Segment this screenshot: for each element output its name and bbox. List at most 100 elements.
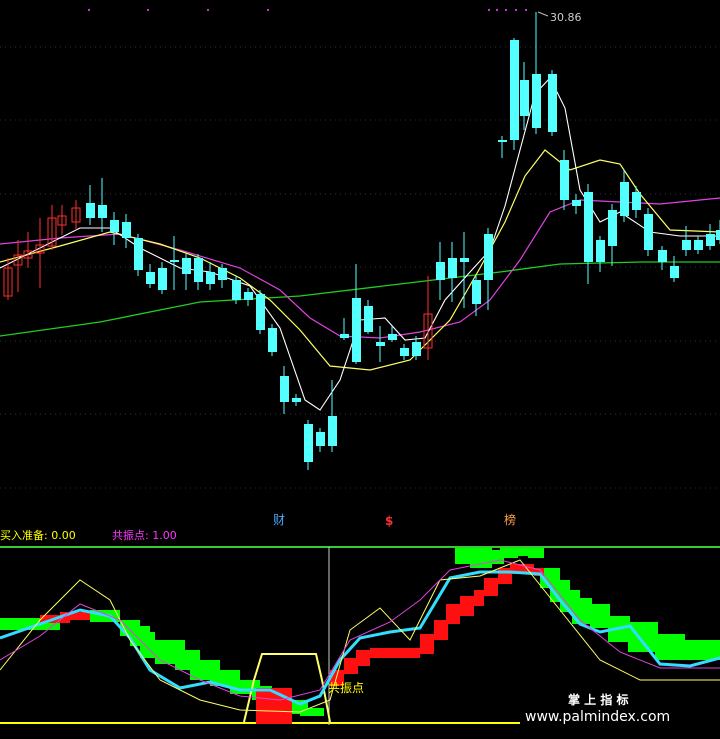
candle bbox=[110, 212, 119, 245]
candle-body bbox=[292, 398, 301, 402]
candle bbox=[510, 38, 519, 150]
top-dot bbox=[147, 9, 149, 11]
candle-body bbox=[584, 192, 593, 262]
candle-body bbox=[520, 80, 529, 116]
candle bbox=[596, 236, 605, 272]
candle-body bbox=[352, 298, 361, 362]
candle-body bbox=[316, 432, 325, 446]
candle-body bbox=[572, 200, 581, 206]
bull-block bbox=[370, 648, 390, 658]
candle bbox=[532, 12, 541, 134]
candle-body bbox=[232, 280, 241, 300]
event-marker-bang[interactable]: 榜 bbox=[504, 512, 516, 527]
event-marker-cai[interactable]: 财 bbox=[273, 513, 285, 527]
candle bbox=[256, 290, 265, 334]
candle-body bbox=[158, 268, 167, 290]
candle bbox=[658, 246, 667, 270]
candle-body bbox=[472, 280, 481, 304]
bear-block bbox=[628, 622, 658, 652]
candle-body bbox=[364, 306, 373, 332]
candle-body bbox=[122, 222, 131, 238]
candle-body bbox=[376, 342, 385, 346]
resonance-value: 1.00 bbox=[152, 529, 177, 542]
watermark-line1: 掌 上 指 标 bbox=[568, 692, 629, 707]
top-dot bbox=[207, 9, 209, 11]
top-dot bbox=[488, 9, 490, 11]
candle-body bbox=[596, 240, 605, 262]
bull-block bbox=[356, 650, 370, 666]
candle-body bbox=[182, 258, 191, 274]
candle-body bbox=[86, 203, 95, 218]
event-marker-dollar[interactable]: $ bbox=[385, 514, 393, 528]
top-dot bbox=[525, 9, 527, 11]
candle-body bbox=[436, 262, 445, 280]
buy-ready-value: 0.00 bbox=[51, 529, 76, 542]
bear-block bbox=[500, 548, 518, 558]
resonance-annotation: 共振点 bbox=[328, 681, 364, 695]
candle-body bbox=[218, 268, 227, 280]
bull-block bbox=[434, 620, 448, 640]
candle bbox=[71, 200, 81, 230]
candle-body bbox=[498, 140, 507, 142]
candle-body bbox=[670, 266, 679, 278]
bull-block bbox=[420, 634, 434, 654]
candle-body bbox=[340, 334, 349, 338]
candle bbox=[400, 344, 409, 360]
bull-block bbox=[446, 604, 460, 624]
candle-body bbox=[620, 182, 629, 216]
candle bbox=[182, 254, 191, 290]
bear-block bbox=[528, 548, 544, 558]
bull-block bbox=[498, 568, 512, 584]
candle-body bbox=[694, 240, 703, 250]
candle-body bbox=[706, 234, 715, 246]
candle bbox=[280, 366, 289, 414]
price-panel: 30.86 财 $ 榜 bbox=[0, 9, 720, 528]
candle-body bbox=[608, 210, 617, 246]
candle bbox=[670, 256, 679, 282]
watermark: 掌 上 指 标 www.palmindex.com bbox=[520, 692, 720, 729]
bull-block bbox=[344, 658, 358, 674]
candle bbox=[304, 420, 313, 470]
candle bbox=[134, 234, 143, 276]
top-marker-dots bbox=[88, 9, 527, 11]
candle-body bbox=[328, 416, 337, 446]
bear-block bbox=[590, 604, 610, 628]
candle bbox=[13, 240, 23, 292]
candle-body bbox=[388, 334, 397, 340]
top-dot bbox=[88, 9, 90, 11]
candle bbox=[560, 150, 569, 210]
candle bbox=[498, 136, 507, 158]
candle bbox=[86, 185, 95, 225]
candle bbox=[194, 254, 203, 290]
candle-body bbox=[510, 40, 519, 140]
candle bbox=[572, 194, 581, 214]
candle-body bbox=[256, 294, 265, 330]
candle bbox=[608, 204, 617, 266]
candle bbox=[620, 170, 629, 222]
candle bbox=[706, 224, 715, 250]
price-high-label: 30.86 bbox=[537, 11, 582, 24]
candle bbox=[364, 300, 373, 334]
candle bbox=[170, 236, 179, 290]
watermark-line2: www.palmindex.com bbox=[525, 709, 670, 725]
candle-body bbox=[206, 272, 215, 284]
candle-body bbox=[532, 74, 541, 128]
top-dot bbox=[515, 9, 517, 11]
candle bbox=[584, 184, 593, 284]
candle bbox=[232, 276, 241, 304]
candle bbox=[35, 218, 45, 288]
candle bbox=[548, 70, 557, 136]
candle-body bbox=[644, 214, 653, 250]
candle bbox=[23, 232, 33, 268]
candle bbox=[352, 264, 361, 364]
candle bbox=[644, 208, 653, 256]
candle-body bbox=[716, 230, 720, 240]
candle bbox=[316, 428, 325, 452]
candle-body bbox=[658, 250, 667, 262]
candle-body bbox=[682, 240, 691, 250]
candle bbox=[244, 288, 253, 306]
price-high-text: 30.86 bbox=[550, 11, 582, 24]
candle-body bbox=[304, 424, 313, 462]
candle bbox=[694, 236, 703, 254]
candlesticks bbox=[3, 12, 720, 470]
